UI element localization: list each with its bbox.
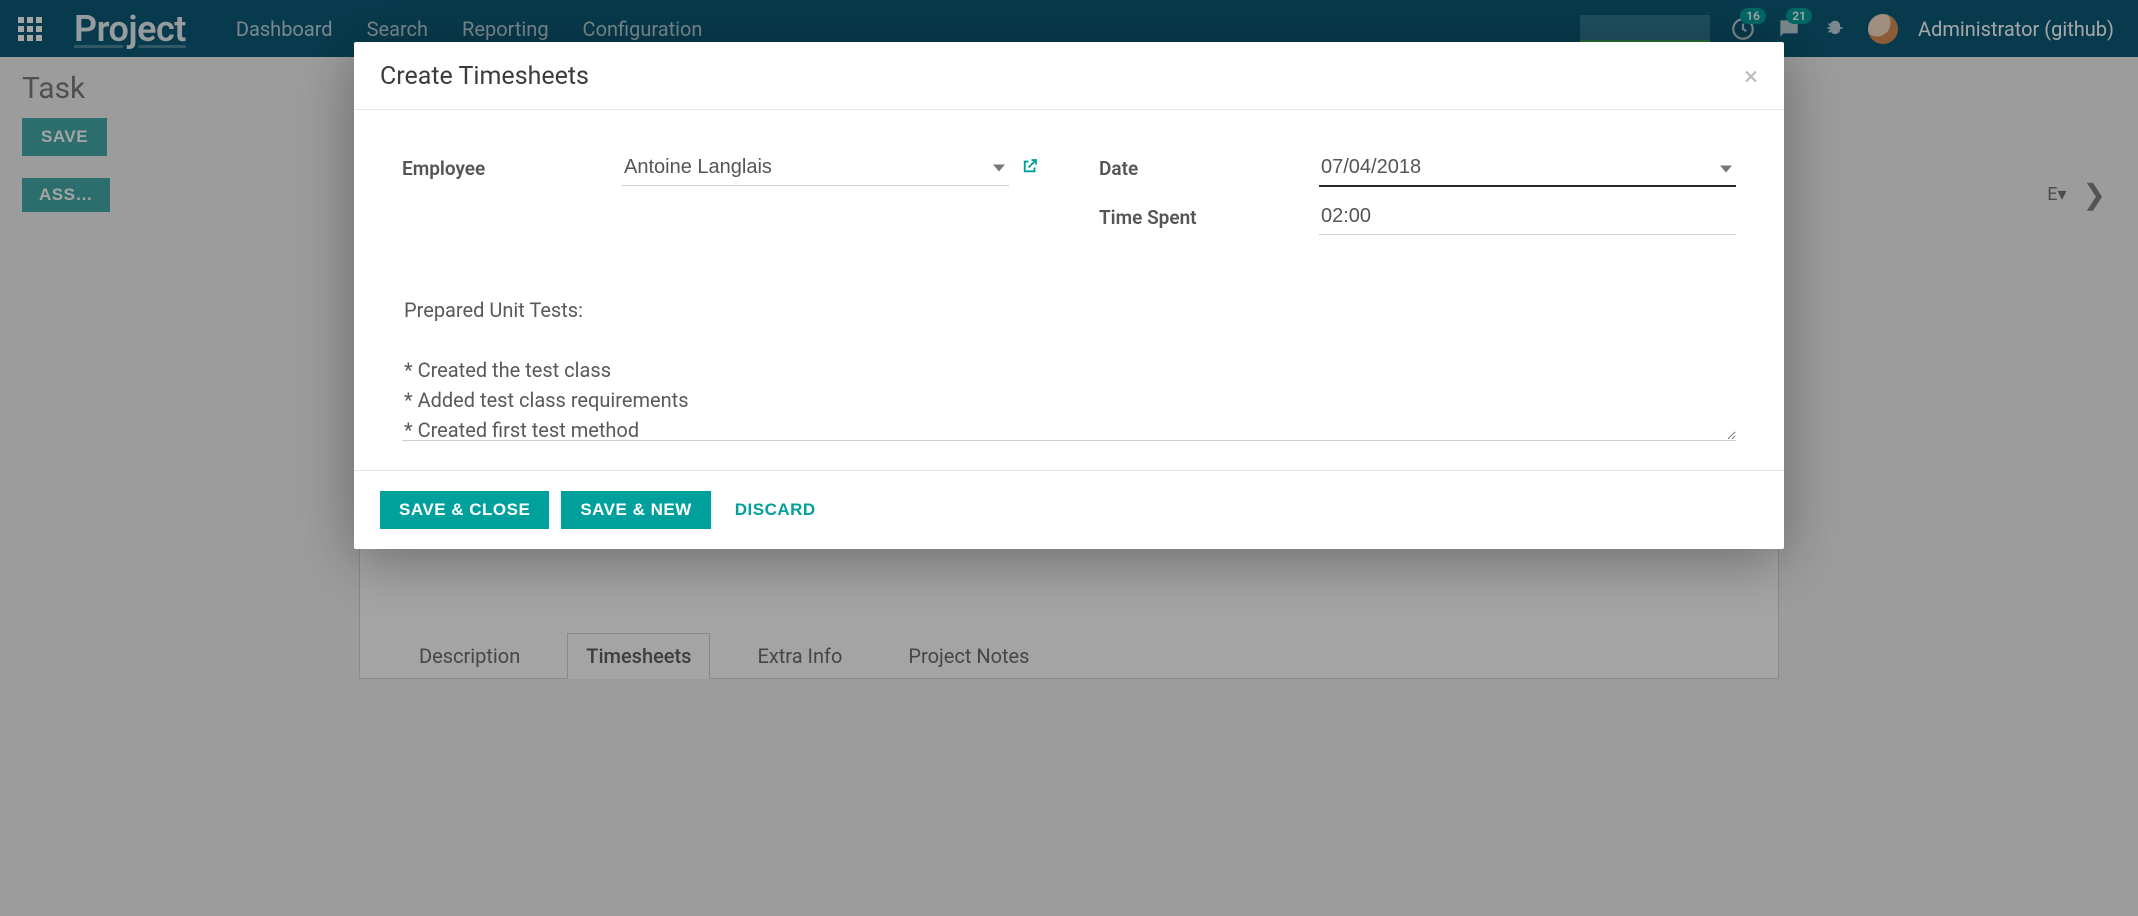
- discard-button[interactable]: DISCARD: [723, 492, 828, 528]
- modal-body: Employee Date: [354, 110, 1784, 470]
- employee-label: Employee: [402, 157, 612, 180]
- save-new-button[interactable]: SAVE & NEW: [561, 491, 710, 529]
- time-spent-label: Time Spent: [1099, 206, 1309, 229]
- close-icon[interactable]: ×: [1744, 64, 1758, 90]
- modal-header: Create Timesheets ×: [354, 42, 1784, 110]
- modal-footer: SAVE & CLOSE SAVE & NEW DISCARD: [354, 470, 1784, 549]
- date-label: Date: [1099, 157, 1309, 180]
- create-timesheets-modal: Create Timesheets × Employee: [354, 42, 1784, 549]
- time-spent-field[interactable]: [1319, 199, 1736, 235]
- external-link-icon[interactable]: [1021, 157, 1039, 180]
- employee-field[interactable]: [622, 150, 1009, 186]
- save-close-button[interactable]: SAVE & CLOSE: [380, 491, 549, 529]
- modal-title: Create Timesheets: [380, 62, 589, 91]
- description-textarea[interactable]: [402, 291, 1736, 441]
- date-field[interactable]: [1319, 150, 1736, 187]
